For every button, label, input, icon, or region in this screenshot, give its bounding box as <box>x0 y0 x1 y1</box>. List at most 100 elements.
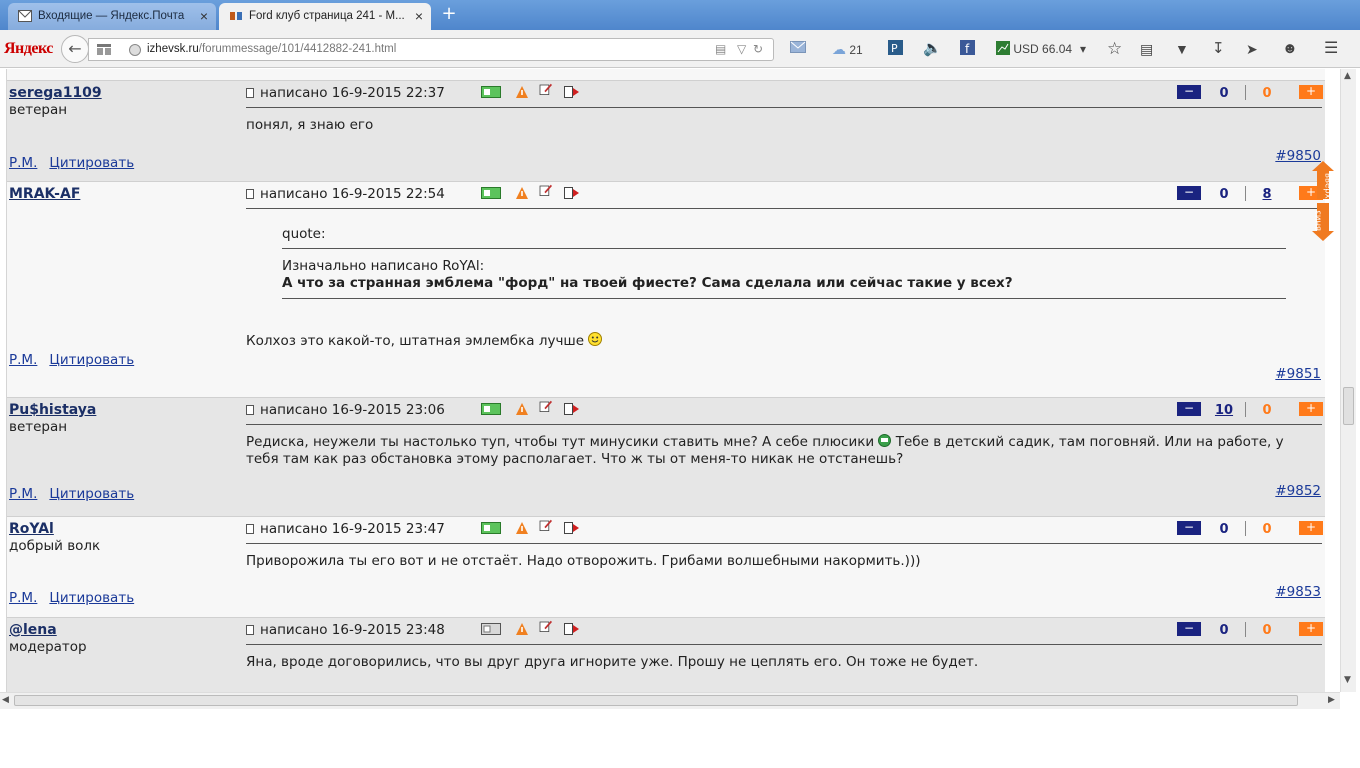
quote-link[interactable]: Цитировать <box>49 486 134 502</box>
quote-divider <box>282 248 1286 249</box>
smiley-icon <box>588 332 603 346</box>
profile-icon[interactable] <box>481 187 501 199</box>
tab-yandex-mail[interactable]: Входящие — Яндекс.Почта × <box>8 3 216 30</box>
rating-positive[interactable]: 8 <box>1247 187 1287 202</box>
reply-icon[interactable] <box>564 623 580 635</box>
post-author[interactable]: RoYAl <box>9 521 54 537</box>
rate-down-button[interactable]: − <box>1177 402 1201 416</box>
edit-icon[interactable] <box>538 519 554 531</box>
rating-positive: 0 <box>1262 623 1272 638</box>
rating-positive: 0 <box>1262 403 1272 418</box>
currency-widget[interactable]: USD 66.04 <box>996 40 1072 58</box>
warning-icon[interactable] <box>516 522 528 534</box>
pm-link[interactable]: Р.М. <box>9 590 37 606</box>
post-number[interactable]: #9852 <box>1275 483 1321 499</box>
close-icon[interactable]: × <box>415 3 423 29</box>
yandex-logo[interactable]: Яндекс <box>4 40 53 58</box>
post-rank: модератор <box>9 639 87 655</box>
warning-icon[interactable] <box>516 403 528 415</box>
quote-link[interactable]: Цитировать <box>49 155 134 171</box>
nav-bar: Яндекс ← izhevsk.ru/forummessage/101/441… <box>0 30 1360 68</box>
reader-icon[interactable]: ▤ <box>715 42 726 56</box>
smiley-icon[interactable]: ☻ <box>1282 40 1298 58</box>
scroll-down-button[interactable]: вниз <box>1312 203 1334 241</box>
profile-icon[interactable] <box>481 86 501 98</box>
menu-icon[interactable]: ☰ <box>1324 40 1338 58</box>
tab-ford-club[interactable]: Ford клуб страница 241 - M... × <box>219 3 431 30</box>
post-author[interactable]: @lena <box>9 622 57 638</box>
reply-icon[interactable] <box>564 522 580 534</box>
post-author[interactable]: Pu$histaya <box>9 402 96 418</box>
quote-label: quote: <box>282 226 326 242</box>
rate-up-button[interactable]: + <box>1299 521 1323 535</box>
warning-icon[interactable] <box>516 623 528 635</box>
post-number[interactable]: #9853 <box>1275 584 1321 600</box>
rate-up-button[interactable]: + <box>1299 85 1323 99</box>
rating-negative[interactable]: 10 <box>1204 403 1244 418</box>
chevron-down-icon[interactable]: ▾ <box>1080 40 1086 58</box>
rating-separator <box>1245 521 1246 536</box>
globe-icon[interactable] <box>129 44 141 56</box>
quote-link[interactable]: Цитировать <box>49 590 134 606</box>
forum-post: MRAK-AF написано 16-9-2015 22:54 − 0 8 +… <box>7 181 1325 397</box>
browser-window: Входящие — Яндекс.Почта × Ford клуб стра… <box>0 0 1360 710</box>
star-icon[interactable]: ☆ <box>1107 40 1122 58</box>
pm-link[interactable]: Р.М. <box>9 352 37 368</box>
rate-down-button[interactable]: − <box>1177 622 1201 636</box>
scroll-right-arrow-icon[interactable]: ▶ <box>1328 695 1335 705</box>
scroll-left-arrow-icon[interactable]: ◀ <box>2 695 9 705</box>
new-tab-button[interactable]: + <box>438 4 460 26</box>
pocket-icon[interactable]: ▼ <box>1175 40 1189 58</box>
pm-link[interactable]: Р.М. <box>9 486 37 502</box>
tiles-icon[interactable] <box>97 44 111 55</box>
back-button[interactable]: ← <box>61 35 89 63</box>
rate-down-button[interactable]: − <box>1177 186 1201 200</box>
edit-icon[interactable] <box>538 184 554 196</box>
mail-icon[interactable] <box>790 40 806 58</box>
warning-icon[interactable] <box>516 187 528 199</box>
vertical-scrollbar[interactable]: ▲ ▼ <box>1340 69 1356 692</box>
rating-positive: 0 <box>1262 86 1272 101</box>
scroll-up-button[interactable]: вверх <box>1312 161 1334 199</box>
post-author[interactable]: serega1109 <box>9 85 102 101</box>
reload-icon[interactable]: ↻ <box>753 42 763 56</box>
rate-down-button[interactable]: − <box>1177 521 1201 535</box>
rub-icon[interactable]: P <box>888 40 903 58</box>
tab-title: Ford клуб страница 241 - M... <box>249 10 405 22</box>
edit-icon[interactable] <box>538 620 554 632</box>
rate-up-button[interactable]: + <box>1299 402 1323 416</box>
scrollbar-thumb[interactable] <box>1343 387 1354 425</box>
document-icon <box>246 405 254 415</box>
profile-icon[interactable] <box>481 522 501 534</box>
reply-icon[interactable] <box>564 86 580 98</box>
post-date: написано 16-9-2015 23:06 <box>246 402 445 418</box>
scroll-down-arrow-icon[interactable]: ▼ <box>1344 675 1351 685</box>
scroll-up-arrow-icon[interactable]: ▲ <box>1344 71 1351 81</box>
reply-icon[interactable] <box>564 187 580 199</box>
close-icon[interactable]: × <box>200 3 208 29</box>
horizontal-scrollbar[interactable]: ◀ ▶ <box>0 692 1340 709</box>
profile-icon[interactable] <box>481 403 501 415</box>
warning-icon[interactable] <box>516 86 528 98</box>
speaker-icon[interactable]: 🔈 <box>923 40 942 58</box>
download-icon[interactable]: ↧ <box>1212 40 1225 58</box>
rate-down-button[interactable]: − <box>1177 85 1201 99</box>
url-text[interactable]: izhevsk.ru/forummessage/101/4412882-241.… <box>147 43 396 55</box>
edit-icon[interactable] <box>538 83 554 95</box>
edit-icon[interactable] <box>538 400 554 412</box>
pm-link[interactable]: Р.М. <box>9 155 37 171</box>
facebook-icon[interactable]: f <box>960 40 975 58</box>
scrollbar-thumb[interactable] <box>14 695 1298 706</box>
post-author[interactable]: MRAK-AF <box>9 186 80 202</box>
rate-up-button[interactable]: + <box>1299 622 1323 636</box>
profile-icon[interactable] <box>481 623 501 635</box>
bookmarks-list-icon[interactable]: ▤ <box>1140 40 1153 58</box>
post-date-text: написано 16-9-2015 23:47 <box>260 521 445 537</box>
reply-icon[interactable] <box>564 403 580 415</box>
post-number[interactable]: #9851 <box>1275 366 1321 382</box>
dropdown-icon[interactable]: ▽ <box>737 42 746 56</box>
send-icon[interactable]: ➤ <box>1246 40 1258 58</box>
address-bar[interactable]: izhevsk.ru/forummessage/101/4412882-241.… <box>88 38 774 61</box>
weather-widget[interactable]: ☁ 21 <box>832 40 863 58</box>
quote-link[interactable]: Цитировать <box>49 352 134 368</box>
